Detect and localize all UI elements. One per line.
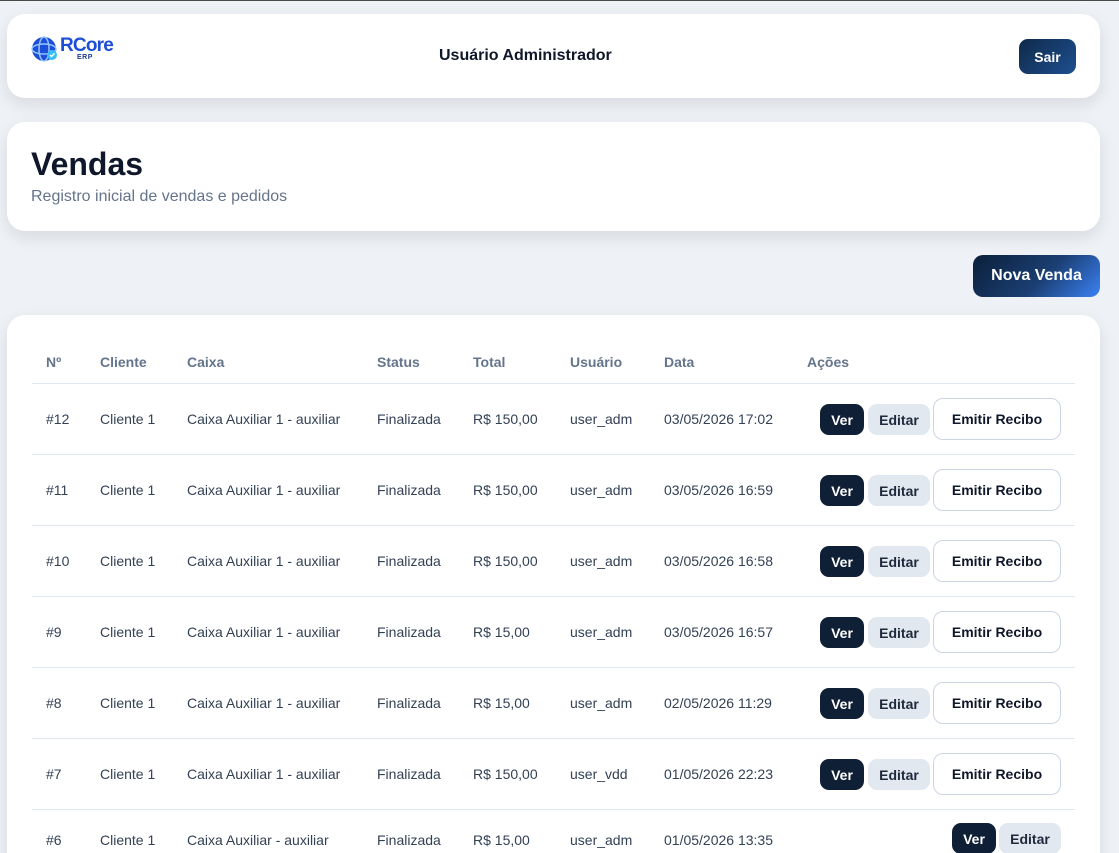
cell-number: #6 — [46, 832, 62, 848]
cell-user: user_adm — [570, 482, 633, 498]
edit-button[interactable]: Editar — [868, 688, 930, 719]
cell-number: #10 — [46, 553, 70, 569]
view-button[interactable]: Ver — [820, 759, 864, 790]
cell-user: user_vdd — [570, 766, 628, 782]
cell-date: 01/05/2026 22:23 — [664, 766, 773, 782]
edit-button[interactable]: Editar — [868, 617, 930, 648]
page-header-card: Vendas Registro inicial de vendas e pedi… — [7, 122, 1100, 231]
column-header-number[interactable]: Nº — [46, 354, 61, 370]
cell-date: 03/05/2026 16:59 — [664, 482, 773, 498]
cell-total: R$ 150,00 — [473, 766, 538, 782]
cell-status: Finalizada — [377, 553, 441, 569]
cell-number: #7 — [46, 766, 62, 782]
edit-button[interactable]: Editar — [868, 475, 930, 506]
new-sale-button[interactable]: Nova Venda — [973, 255, 1100, 297]
view-button[interactable]: Ver — [820, 475, 864, 506]
cell-total: R$ 15,00 — [473, 624, 530, 640]
column-header-status[interactable]: Status — [377, 354, 420, 370]
cell-status: Finalizada — [377, 411, 441, 427]
cell-client: Cliente 1 — [100, 832, 156, 848]
edit-button[interactable]: Editar — [868, 759, 930, 790]
cell-date: 03/05/2026 16:57 — [664, 624, 773, 640]
issue-receipt-button[interactable]: Emitir Recibo — [933, 753, 1061, 795]
page-title: Vendas — [31, 146, 144, 182]
cell-status: Finalizada — [377, 482, 441, 498]
issue-receipt-button[interactable]: Emitir Recibo — [933, 682, 1061, 724]
page-subtitle: Registro inicial de vendas e pedidos — [31, 188, 288, 205]
cell-cash-register: Caixa Auxiliar 1 - auxiliar — [187, 482, 341, 498]
column-header-cash-register[interactable]: Caixa — [187, 354, 224, 370]
cell-client: Cliente 1 — [100, 695, 156, 711]
table-row: #12 Cliente 1 Caixa Auxiliar 1 - auxilia… — [32, 384, 1075, 455]
logo-icon — [29, 36, 59, 62]
column-header-client[interactable]: Cliente — [100, 354, 147, 370]
table-row: #10 Cliente 1 Caixa Auxiliar 1 - auxilia… — [32, 526, 1075, 597]
column-header-date[interactable]: Data — [664, 354, 694, 370]
view-button[interactable]: Ver — [820, 617, 864, 648]
column-header-total[interactable]: Total — [473, 354, 505, 370]
cell-date: 03/05/2026 17:02 — [664, 411, 773, 427]
cell-number: #11 — [46, 482, 69, 498]
cell-status: Finalizada — [377, 832, 441, 848]
column-header-actions: Ações — [807, 354, 850, 370]
issue-receipt-button[interactable]: Emitir Recibo — [933, 398, 1061, 440]
cell-total: R$ 15,00 — [473, 695, 530, 711]
cell-user: user_adm — [570, 695, 633, 711]
sales-table: Nº Cliente Caixa Status Total Usuário Da… — [7, 315, 1100, 853]
cell-number: #8 — [46, 695, 62, 711]
top-navbar: RCore ERP Usuário Administrador Sair — [7, 14, 1100, 98]
issue-receipt-button[interactable]: Emitir Recibo — [933, 469, 1061, 511]
issue-receipt-button[interactable]: Emitir Recibo — [933, 540, 1061, 582]
current-user-name: Usuário Administrador — [439, 47, 612, 64]
cell-cash-register: Caixa Auxiliar 1 - auxiliar — [187, 553, 341, 569]
cell-client: Cliente 1 — [100, 624, 156, 640]
cell-total: R$ 15,00 — [473, 832, 530, 848]
cell-status: Finalizada — [377, 624, 441, 640]
table-row: #7 Cliente 1 Caixa Auxiliar 1 - auxiliar… — [32, 739, 1075, 810]
cell-client: Cliente 1 — [100, 482, 156, 498]
table-row: #9 Cliente 1 Caixa Auxiliar 1 - auxiliar… — [32, 597, 1075, 668]
cell-number: #12 — [46, 411, 70, 427]
view-button[interactable]: Ver — [952, 823, 996, 853]
issue-receipt-button[interactable]: Emitir Recibo — [933, 611, 1061, 653]
column-header-user[interactable]: Usuário — [570, 354, 622, 370]
cell-user: user_adm — [570, 411, 633, 427]
view-button[interactable]: Ver — [820, 404, 864, 435]
table-row: #8 Cliente 1 Caixa Auxiliar 1 - auxiliar… — [32, 668, 1075, 739]
cell-client: Cliente 1 — [100, 553, 156, 569]
cell-user: user_adm — [570, 553, 633, 569]
cell-client: Cliente 1 — [100, 411, 156, 427]
cell-total: R$ 150,00 — [473, 553, 538, 569]
cell-cash-register: Caixa Auxiliar 1 - auxiliar — [187, 411, 341, 427]
view-button[interactable]: Ver — [820, 546, 864, 577]
cell-total: R$ 150,00 — [473, 411, 538, 427]
cell-cash-register: Caixa Auxiliar 1 - auxiliar — [187, 766, 341, 782]
view-button[interactable]: Ver — [820, 688, 864, 719]
cell-client: Cliente 1 — [100, 766, 156, 782]
cell-date: 01/05/2026 13:35 — [664, 832, 773, 848]
cell-cash-register: Caixa Auxiliar 1 - auxiliar — [187, 624, 341, 640]
logout-button[interactable]: Sair — [1019, 39, 1076, 74]
cell-user: user_adm — [570, 832, 633, 848]
cell-status: Finalizada — [377, 695, 441, 711]
cell-cash-register: Caixa Auxiliar 1 - auxiliar — [187, 695, 341, 711]
edit-button[interactable]: Editar — [999, 823, 1061, 853]
rcore-logo[interactable]: RCore ERP — [29, 33, 119, 65]
cell-date: 02/05/2026 11:29 — [664, 695, 772, 711]
edit-button[interactable]: Editar — [868, 404, 930, 435]
table-row: #6 Cliente 1 Caixa Auxiliar - auxiliar F… — [32, 810, 1075, 853]
table-header: Nº Cliente Caixa Status Total Usuário Da… — [32, 315, 1075, 384]
cell-status: Finalizada — [377, 766, 441, 782]
cell-number: #9 — [46, 624, 62, 640]
cell-total: R$ 150,00 — [473, 482, 538, 498]
logo-subtext: ERP — [77, 54, 93, 61]
cell-cash-register: Caixa Auxiliar - auxiliar — [187, 832, 329, 848]
logo-text: RCore — [60, 35, 114, 56]
cell-date: 03/05/2026 16:58 — [664, 553, 773, 569]
cell-user: user_adm — [570, 624, 633, 640]
table-row: #11 Cliente 1 Caixa Auxiliar 1 - auxilia… — [32, 455, 1075, 526]
edit-button[interactable]: Editar — [868, 546, 930, 577]
